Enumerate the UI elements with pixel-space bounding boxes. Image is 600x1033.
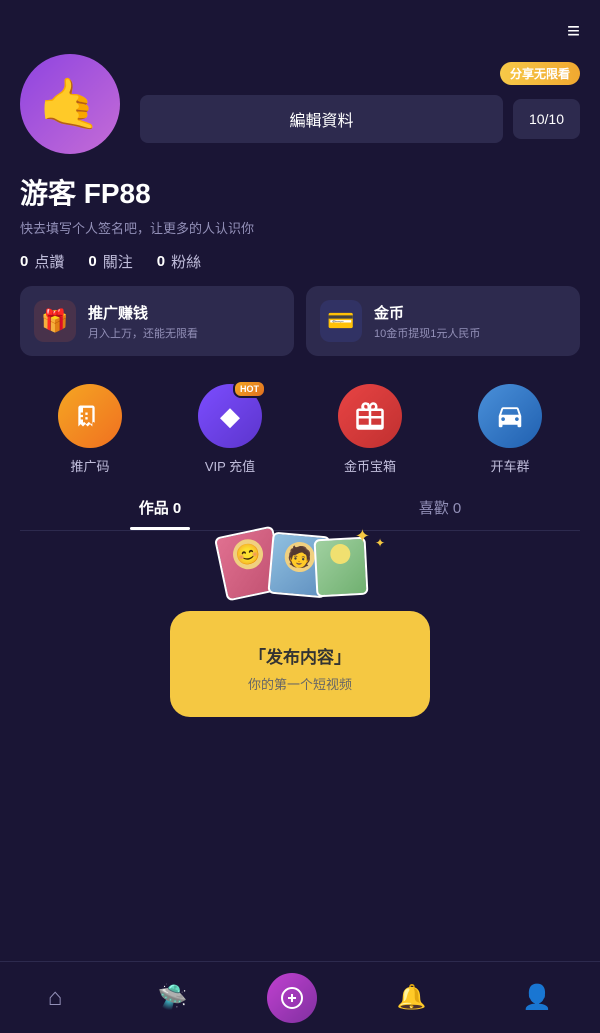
action-car-group[interactable]: 开车群: [478, 384, 542, 475]
fans-label: 粉絲: [171, 251, 201, 272]
publish-wrapper: 😊 🧑 ✦ ✦ 「发布内容」 你的第一个短视频: [20, 561, 580, 717]
promote-icon: 🎁: [34, 300, 76, 342]
promote-sub: 月入上万，还能无限看: [88, 325, 198, 341]
profile-icon: 👤: [522, 983, 552, 1012]
nav-create[interactable]: [267, 973, 317, 1023]
face-1: 😊: [230, 536, 266, 572]
face-2: 🧑: [283, 541, 316, 574]
publish-title: 「发布内容」: [249, 643, 351, 668]
header: ≡: [0, 0, 600, 54]
edit-profile-button[interactable]: 編輯資料: [140, 95, 503, 143]
stat-fans: 0 粉絲: [157, 251, 201, 272]
publish-images: 😊 🧑 ✦ ✦: [200, 516, 400, 596]
following-count: 0: [88, 253, 96, 270]
likes-count: 0: [20, 253, 28, 270]
nav-discover[interactable]: 🛸: [142, 975, 204, 1020]
coins-chest-circle: [338, 384, 402, 448]
publish-sub: 你的第一个短视频: [248, 674, 352, 693]
car-group-circle: [478, 384, 542, 448]
publish-card[interactable]: 「发布内容」 你的第一个短视频: [170, 611, 430, 717]
cards-row: 🎁 推广赚钱 月入上万，还能无限看 💳 金币 10金币提现1元人民币: [0, 286, 600, 356]
profile-actions: 分享无限看 編輯資料 10/10: [140, 54, 580, 143]
avatar-emoji: 🤙: [39, 75, 101, 134]
coins-sub: 10金币提现1元人民币: [374, 325, 480, 341]
action-vip[interactable]: ◆ HOT VIP 充值: [198, 384, 262, 475]
profile-area: 🤙 分享无限看 編輯資料 10/10: [0, 54, 600, 154]
profile-action-row: 編輯資料 10/10: [140, 95, 580, 143]
bottom-nav: ⌂ 🛸 🔔 👤: [0, 961, 600, 1033]
score-badge: 10/10: [513, 99, 580, 139]
promo-code-circle: [58, 384, 122, 448]
likes-label: 点讚: [34, 251, 64, 272]
share-badge[interactable]: 分享无限看: [500, 62, 580, 85]
bell-icon: 🔔: [397, 983, 427, 1012]
car-group-label: 开车群: [490, 456, 529, 475]
fans-count: 0: [157, 253, 165, 270]
action-promo-code[interactable]: 推广码: [58, 384, 122, 475]
promote-title: 推广赚钱: [88, 302, 198, 323]
stats-row: 0 点讚 0 關注 0 粉絲: [20, 251, 580, 272]
stat-following: 0 關注: [88, 251, 132, 272]
vip-circle: ◆ HOT: [198, 384, 262, 448]
hot-badge: HOT: [233, 380, 266, 398]
coins-title: 金币: [374, 302, 480, 323]
photo-stack: 😊 🧑 ✦ ✦: [220, 526, 380, 596]
home-icon: ⌂: [48, 984, 63, 1012]
sparkle-2: ✦: [375, 536, 385, 550]
menu-icon[interactable]: ≡: [567, 18, 580, 44]
stat-likes: 0 点讚: [20, 251, 64, 272]
coins-text: 金币 10金币提现1元人民币: [374, 302, 480, 341]
nav-home[interactable]: ⌂: [32, 976, 79, 1020]
sparkle-1: ✦: [355, 526, 370, 547]
nav-notifications[interactable]: 🔔: [381, 975, 443, 1020]
discover-icon: 🛸: [158, 983, 188, 1012]
promote-text: 推广赚钱 月入上万，还能无限看: [88, 302, 198, 341]
bio: 快去填写个人签名吧，让更多的人认识你: [20, 218, 580, 237]
coins-card[interactable]: 💳 金币 10金币提现1元人民币: [306, 286, 580, 356]
vip-label: VIP 充值: [205, 456, 255, 475]
avatar: 🤙: [20, 54, 120, 154]
user-info: 游客 FP88 快去填写个人签名吧，让更多的人认识你 0 点讚 0 關注 0 粉…: [0, 172, 600, 272]
content-area: 😊 🧑 ✦ ✦ 「发布内容」 你的第一个短视频: [0, 531, 600, 727]
following-label: 關注: [103, 251, 133, 272]
create-icon: [280, 986, 304, 1010]
username: 游客 FP88: [20, 172, 580, 212]
coins-chest-label: 金币宝箱: [344, 456, 396, 475]
promote-card[interactable]: 🎁 推广赚钱 月入上万，还能无限看: [20, 286, 294, 356]
action-coins-chest[interactable]: 金币宝箱: [338, 384, 402, 475]
coins-icon: 💳: [320, 300, 362, 342]
promo-code-label: 推广码: [70, 456, 109, 475]
nav-profile[interactable]: 👤: [506, 975, 568, 1020]
action-icons-row: 推广码 ◆ HOT VIP 充值 金币宝箱 开车群: [0, 384, 600, 475]
